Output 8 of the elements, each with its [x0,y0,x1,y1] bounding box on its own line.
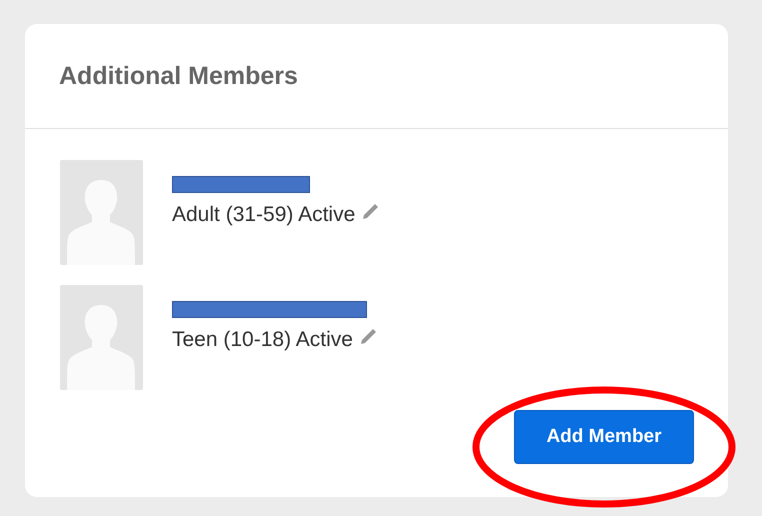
add-member-button[interactable]: Add Member [514,410,694,464]
avatar-placeholder-icon [60,285,143,390]
member-status: Teen (10-18) Active [172,328,353,352]
card-title: Additional Members [59,62,298,90]
member-status: Adult (31-59) Active [172,203,356,227]
pencil-icon[interactable] [358,328,377,346]
pencil-icon[interactable] [361,203,380,221]
avatar-placeholder-icon [60,160,143,265]
